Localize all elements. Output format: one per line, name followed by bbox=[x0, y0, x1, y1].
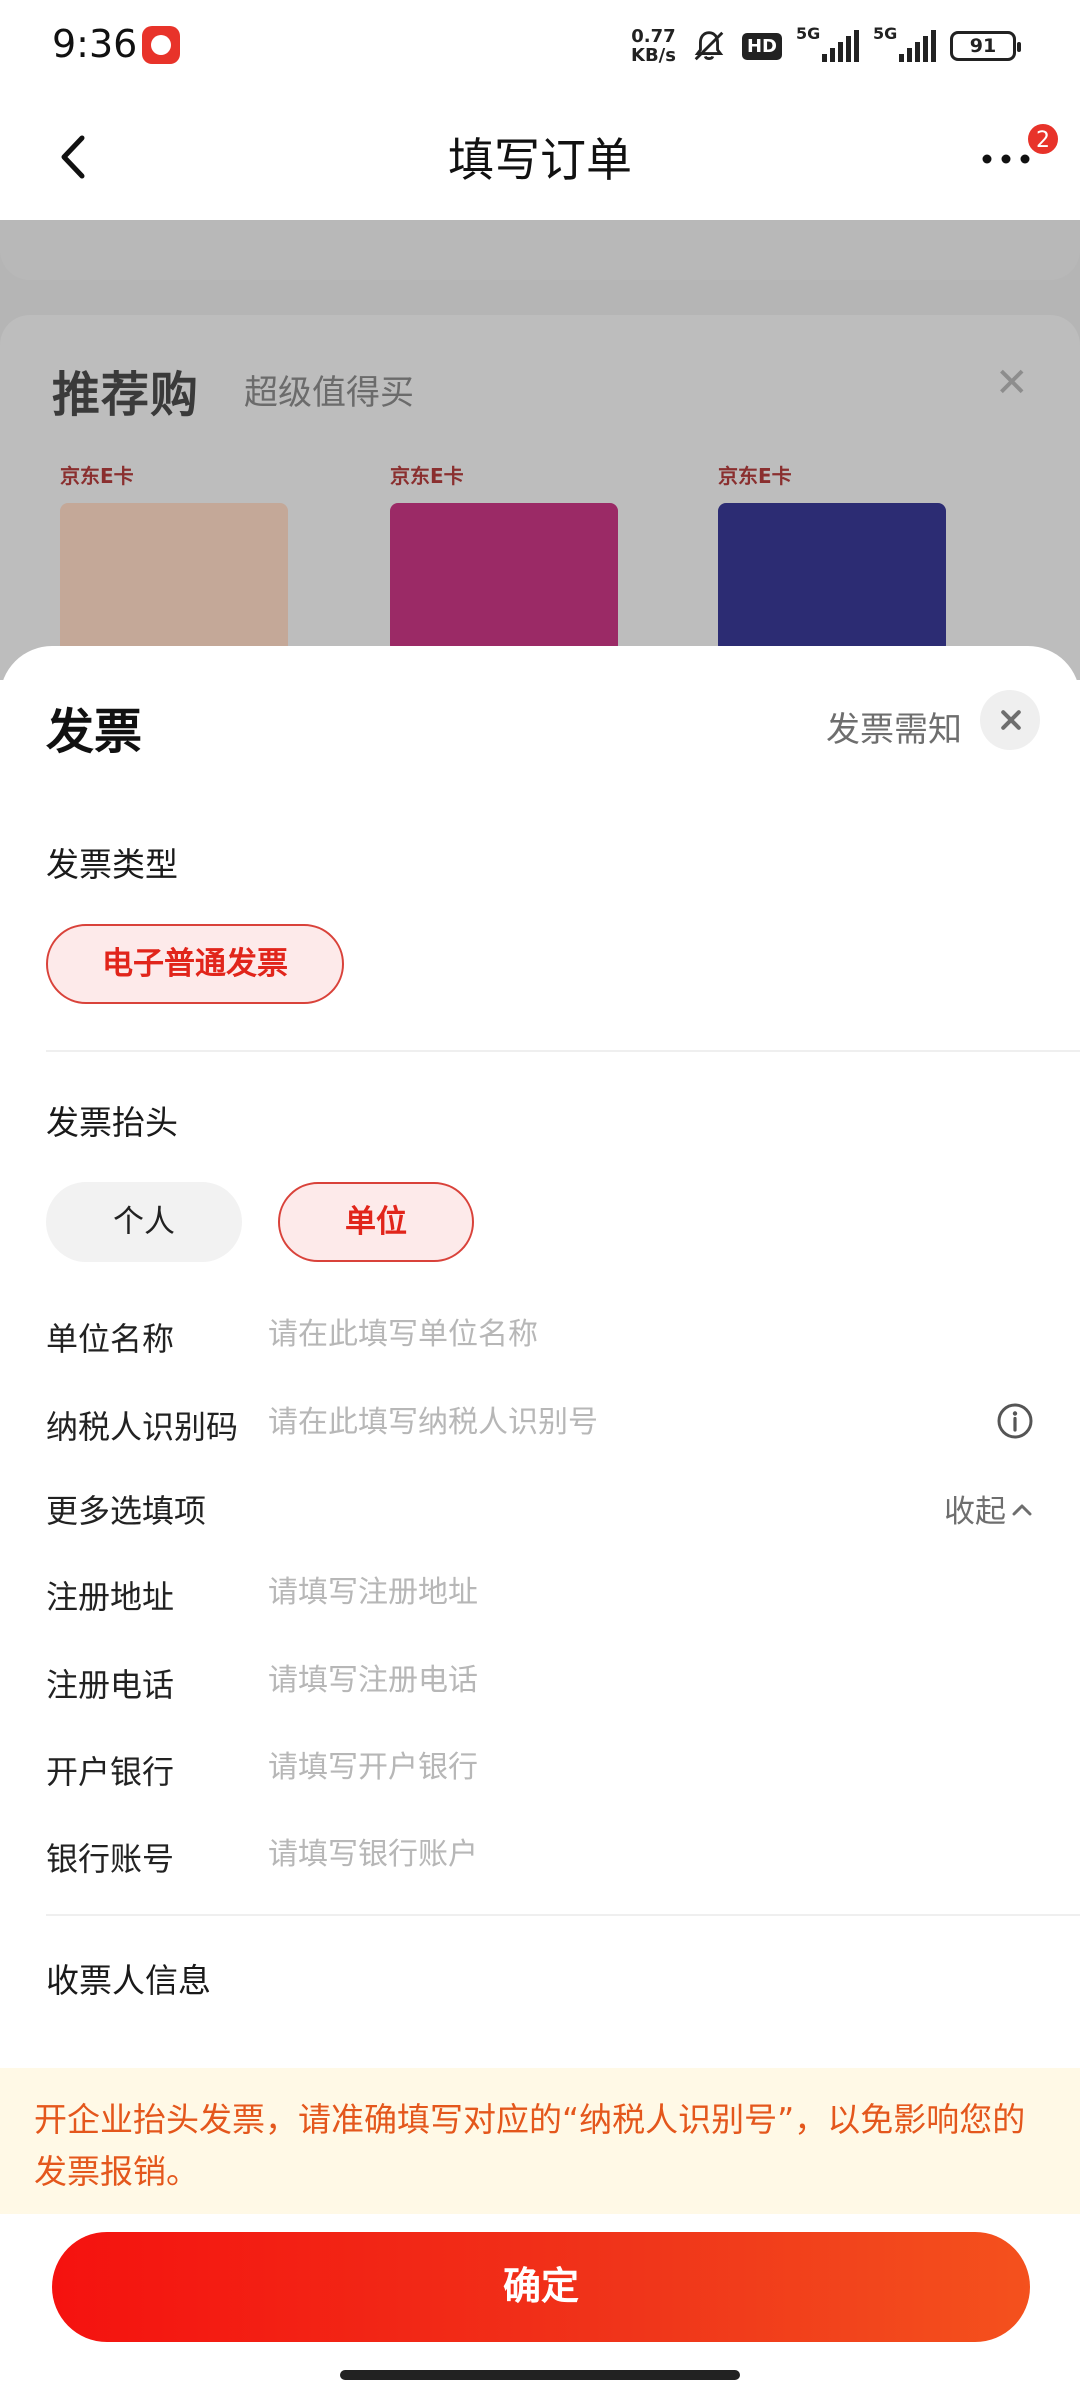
status-bar: 9:36 0.77 KB/s HD 5G 5G 91 bbox=[0, 0, 1080, 92]
more-menu-button[interactable]: 2 bbox=[970, 122, 1060, 192]
reg-phone-input[interactable] bbox=[268, 1652, 988, 1708]
notification-badge: 2 bbox=[1026, 122, 1060, 156]
warning-banner: 开企业抬头发票，请准确填写对应的“纳税人识别号”，以免影响您的发票报销。 bbox=[0, 2068, 1080, 2214]
bank-input[interactable] bbox=[268, 1739, 988, 1795]
tax-id-row: 纳税人识别码 bbox=[0, 1386, 1080, 1456]
more-dots-icon bbox=[982, 154, 1030, 164]
mute-bell-icon bbox=[694, 31, 724, 61]
gift-card-label: 京东E卡 bbox=[390, 464, 464, 488]
app-notification-icon bbox=[142, 26, 180, 64]
invoice-header-label: 发票抬头 bbox=[46, 1103, 178, 1142]
network-speed: 0.77 KB/s bbox=[631, 27, 676, 65]
company-name-label: 单位名称 bbox=[46, 1320, 175, 1358]
tax-id-input[interactable] bbox=[268, 1394, 988, 1450]
reg-address-row: 注册地址 bbox=[0, 1556, 1080, 1626]
gift-card-label: 京东E卡 bbox=[718, 464, 792, 488]
network-speed-unit: KB/s bbox=[631, 45, 676, 66]
reg-phone-label: 注册电话 bbox=[46, 1666, 175, 1704]
gift-card-label: 京东E卡 bbox=[60, 464, 134, 488]
collapse-toggle-label: 收起 bbox=[944, 1494, 1006, 1530]
close-icon[interactable] bbox=[980, 690, 1040, 750]
tax-id-label: 纳税人识别码 bbox=[46, 1408, 239, 1446]
invoice-type-electronic-button[interactable]: 电子普通发票 bbox=[46, 924, 344, 1004]
signal-1-label: 5G bbox=[796, 24, 821, 43]
status-time: 9:36 bbox=[52, 22, 138, 66]
bank-label: 开户银行 bbox=[46, 1753, 175, 1791]
hd-voice-icon: HD bbox=[741, 32, 782, 60]
info-icon[interactable] bbox=[996, 1402, 1034, 1440]
header-personal-button[interactable]: 个人 bbox=[46, 1182, 242, 1262]
invoice-notice-link[interactable]: 发票需知 bbox=[826, 702, 962, 751]
battery-icon: 91 bbox=[950, 31, 1021, 61]
signal-icon-1: 5G bbox=[796, 24, 859, 62]
chevron-up-icon bbox=[1012, 1504, 1032, 1515]
more-options-label: 更多选填项 bbox=[46, 1492, 207, 1530]
home-indicator[interactable] bbox=[340, 2370, 740, 2380]
battery-level: 91 bbox=[969, 35, 997, 57]
recipient-info-label: 收票人信息 bbox=[46, 1961, 211, 2000]
dimmed-background: 推荐购 超级值得买 ✕ 京东E卡 京东E卡 京东E卡 bbox=[0, 220, 1080, 680]
bank-account-label: 银行账号 bbox=[46, 1840, 175, 1878]
sheet-title: 发票 bbox=[46, 704, 143, 760]
bank-account-input[interactable] bbox=[268, 1826, 988, 1882]
bank-row: 开户银行 bbox=[0, 1731, 1080, 1801]
collapse-toggle[interactable]: 收起 bbox=[944, 1486, 1034, 1531]
more-options-row: 更多选填项 收起 bbox=[0, 1470, 1080, 1540]
nav-bar: 填写订单 2 bbox=[0, 92, 1080, 220]
invoice-type-label: 发票类型 bbox=[46, 845, 178, 884]
bank-account-row: 银行账号 bbox=[0, 1818, 1080, 1888]
network-speed-value: 0.77 bbox=[631, 26, 676, 47]
divider bbox=[46, 1914, 1080, 1916]
company-name-row: 单位名称 bbox=[0, 1298, 1080, 1368]
reg-phone-row: 注册电话 bbox=[0, 1644, 1080, 1714]
gift-card-image bbox=[60, 503, 288, 653]
background-strip bbox=[0, 220, 1080, 280]
gift-card-image bbox=[390, 503, 618, 653]
signal-icon-2: 5G bbox=[873, 24, 936, 62]
company-name-input[interactable] bbox=[268, 1306, 988, 1362]
page-title: 填写订单 bbox=[448, 133, 632, 187]
confirm-button[interactable]: 确定 bbox=[52, 2232, 1030, 2342]
reg-address-label: 注册地址 bbox=[46, 1578, 175, 1616]
recommend-close-icon: ✕ bbox=[995, 360, 1029, 406]
status-indicators: 0.77 KB/s HD 5G 5G 91 bbox=[631, 24, 1021, 68]
recommend-subtitle: 超级值得买 bbox=[244, 373, 414, 413]
recommend-title: 推荐购 bbox=[52, 367, 200, 423]
header-company-button[interactable]: 单位 bbox=[278, 1182, 474, 1262]
reg-address-input[interactable] bbox=[268, 1564, 988, 1620]
gift-card-image bbox=[718, 503, 946, 653]
signal-2-label: 5G bbox=[873, 24, 898, 43]
divider bbox=[46, 1050, 1080, 1052]
